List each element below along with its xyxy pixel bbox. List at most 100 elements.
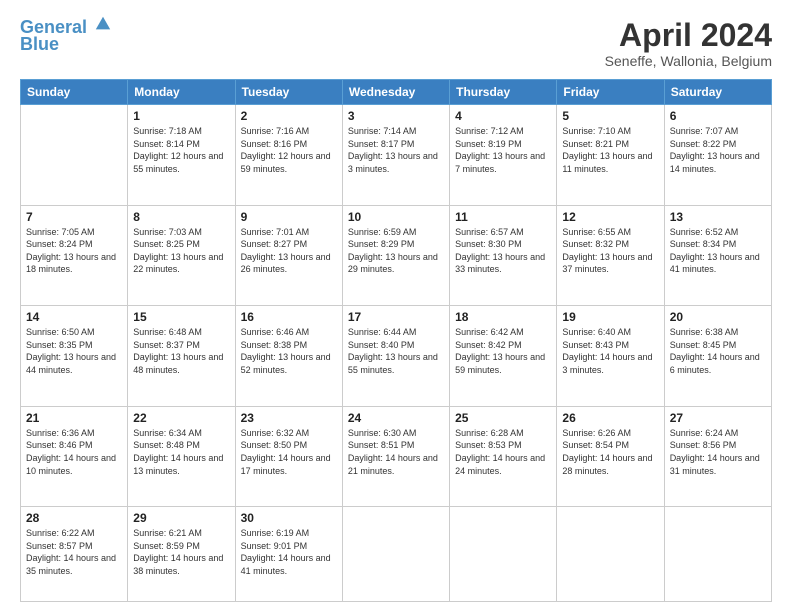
- calendar-cell: 24 Sunrise: 6:30 AMSunset: 8:51 PMDaylig…: [342, 406, 449, 507]
- calendar-cell: 26 Sunrise: 6:26 AMSunset: 8:54 PMDaylig…: [557, 406, 664, 507]
- day-number: 5: [562, 109, 658, 123]
- day-info: Sunrise: 6:21 AMSunset: 8:59 PMDaylight:…: [133, 527, 229, 577]
- calendar-week-row: 7 Sunrise: 7:05 AMSunset: 8:24 PMDayligh…: [21, 205, 772, 306]
- calendar-week-row: 1 Sunrise: 7:18 AMSunset: 8:14 PMDayligh…: [21, 105, 772, 206]
- calendar-cell: 11 Sunrise: 6:57 AMSunset: 8:30 PMDaylig…: [450, 205, 557, 306]
- calendar-cell: 15 Sunrise: 6:48 AMSunset: 8:37 PMDaylig…: [128, 306, 235, 407]
- day-number: 16: [241, 310, 337, 324]
- day-info: Sunrise: 6:24 AMSunset: 8:56 PMDaylight:…: [670, 427, 766, 477]
- day-info: Sunrise: 6:48 AMSunset: 8:37 PMDaylight:…: [133, 326, 229, 376]
- calendar-cell: 25 Sunrise: 6:28 AMSunset: 8:53 PMDaylig…: [450, 406, 557, 507]
- day-info: Sunrise: 6:42 AMSunset: 8:42 PMDaylight:…: [455, 326, 551, 376]
- calendar-cell: [342, 507, 449, 602]
- day-info: Sunrise: 6:28 AMSunset: 8:53 PMDaylight:…: [455, 427, 551, 477]
- day-number: 7: [26, 210, 122, 224]
- day-number: 9: [241, 210, 337, 224]
- day-number: 29: [133, 511, 229, 525]
- calendar-cell: [664, 507, 771, 602]
- calendar-cell: 6 Sunrise: 7:07 AMSunset: 8:22 PMDayligh…: [664, 105, 771, 206]
- calendar-cell: 8 Sunrise: 7:03 AMSunset: 8:25 PMDayligh…: [128, 205, 235, 306]
- day-number: 2: [241, 109, 337, 123]
- day-number: 19: [562, 310, 658, 324]
- day-info: Sunrise: 6:19 AMSunset: 9:01 PMDaylight:…: [241, 527, 337, 577]
- day-info: Sunrise: 6:32 AMSunset: 8:50 PMDaylight:…: [241, 427, 337, 477]
- header-wednesday: Wednesday: [342, 80, 449, 105]
- title-block: April 2024 Seneffe, Wallonia, Belgium: [605, 18, 772, 69]
- day-number: 10: [348, 210, 444, 224]
- day-info: Sunrise: 7:01 AMSunset: 8:27 PMDaylight:…: [241, 226, 337, 276]
- header-sunday: Sunday: [21, 80, 128, 105]
- calendar-cell: 27 Sunrise: 6:24 AMSunset: 8:56 PMDaylig…: [664, 406, 771, 507]
- day-info: Sunrise: 6:40 AMSunset: 8:43 PMDaylight:…: [562, 326, 658, 376]
- day-number: 18: [455, 310, 551, 324]
- calendar-cell: 14 Sunrise: 6:50 AMSunset: 8:35 PMDaylig…: [21, 306, 128, 407]
- day-number: 14: [26, 310, 122, 324]
- calendar-cell: 22 Sunrise: 6:34 AMSunset: 8:48 PMDaylig…: [128, 406, 235, 507]
- day-info: Sunrise: 6:38 AMSunset: 8:45 PMDaylight:…: [670, 326, 766, 376]
- day-info: Sunrise: 7:12 AMSunset: 8:19 PMDaylight:…: [455, 125, 551, 175]
- day-number: 8: [133, 210, 229, 224]
- calendar-cell: 9 Sunrise: 7:01 AMSunset: 8:27 PMDayligh…: [235, 205, 342, 306]
- logo-icon: [94, 15, 112, 33]
- day-info: Sunrise: 6:36 AMSunset: 8:46 PMDaylight:…: [26, 427, 122, 477]
- day-info: Sunrise: 6:50 AMSunset: 8:35 PMDaylight:…: [26, 326, 122, 376]
- calendar-cell: 20 Sunrise: 6:38 AMSunset: 8:45 PMDaylig…: [664, 306, 771, 407]
- calendar-week-row: 14 Sunrise: 6:50 AMSunset: 8:35 PMDaylig…: [21, 306, 772, 407]
- day-info: Sunrise: 7:07 AMSunset: 8:22 PMDaylight:…: [670, 125, 766, 175]
- calendar-cell: 19 Sunrise: 6:40 AMSunset: 8:43 PMDaylig…: [557, 306, 664, 407]
- calendar-week-row: 28 Sunrise: 6:22 AMSunset: 8:57 PMDaylig…: [21, 507, 772, 602]
- day-number: 26: [562, 411, 658, 425]
- day-info: Sunrise: 6:22 AMSunset: 8:57 PMDaylight:…: [26, 527, 122, 577]
- calendar-cell: 30 Sunrise: 6:19 AMSunset: 9:01 PMDaylig…: [235, 507, 342, 602]
- page: General Blue April 2024 Seneffe, Walloni…: [0, 0, 792, 612]
- day-info: Sunrise: 6:34 AMSunset: 8:48 PMDaylight:…: [133, 427, 229, 477]
- day-info: Sunrise: 7:05 AMSunset: 8:24 PMDaylight:…: [26, 226, 122, 276]
- header-saturday: Saturday: [664, 80, 771, 105]
- day-info: Sunrise: 7:18 AMSunset: 8:14 PMDaylight:…: [133, 125, 229, 175]
- day-number: 27: [670, 411, 766, 425]
- day-number: 30: [241, 511, 337, 525]
- calendar-cell: 2 Sunrise: 7:16 AMSunset: 8:16 PMDayligh…: [235, 105, 342, 206]
- calendar-cell: [557, 507, 664, 602]
- day-number: 21: [26, 411, 122, 425]
- calendar-cell: 7 Sunrise: 7:05 AMSunset: 8:24 PMDayligh…: [21, 205, 128, 306]
- day-number: 4: [455, 109, 551, 123]
- day-number: 28: [26, 511, 122, 525]
- header-monday: Monday: [128, 80, 235, 105]
- calendar-cell: 23 Sunrise: 6:32 AMSunset: 8:50 PMDaylig…: [235, 406, 342, 507]
- day-number: 1: [133, 109, 229, 123]
- logo: General Blue: [20, 18, 112, 55]
- day-number: 6: [670, 109, 766, 123]
- header-friday: Friday: [557, 80, 664, 105]
- calendar-cell: 1 Sunrise: 7:18 AMSunset: 8:14 PMDayligh…: [128, 105, 235, 206]
- calendar-cell: 10 Sunrise: 6:59 AMSunset: 8:29 PMDaylig…: [342, 205, 449, 306]
- calendar-table: Sunday Monday Tuesday Wednesday Thursday…: [20, 79, 772, 602]
- header-tuesday: Tuesday: [235, 80, 342, 105]
- day-info: Sunrise: 7:14 AMSunset: 8:17 PMDaylight:…: [348, 125, 444, 175]
- calendar-week-row: 21 Sunrise: 6:36 AMSunset: 8:46 PMDaylig…: [21, 406, 772, 507]
- day-info: Sunrise: 6:44 AMSunset: 8:40 PMDaylight:…: [348, 326, 444, 376]
- calendar-cell: 28 Sunrise: 6:22 AMSunset: 8:57 PMDaylig…: [21, 507, 128, 602]
- day-info: Sunrise: 6:30 AMSunset: 8:51 PMDaylight:…: [348, 427, 444, 477]
- calendar-cell: 29 Sunrise: 6:21 AMSunset: 8:59 PMDaylig…: [128, 507, 235, 602]
- day-number: 23: [241, 411, 337, 425]
- calendar-cell: 4 Sunrise: 7:12 AMSunset: 8:19 PMDayligh…: [450, 105, 557, 206]
- weekday-header-row: Sunday Monday Tuesday Wednesday Thursday…: [21, 80, 772, 105]
- day-number: 3: [348, 109, 444, 123]
- calendar-cell: 17 Sunrise: 6:44 AMSunset: 8:40 PMDaylig…: [342, 306, 449, 407]
- day-info: Sunrise: 6:59 AMSunset: 8:29 PMDaylight:…: [348, 226, 444, 276]
- day-info: Sunrise: 6:55 AMSunset: 8:32 PMDaylight:…: [562, 226, 658, 276]
- header-thursday: Thursday: [450, 80, 557, 105]
- calendar-cell: 5 Sunrise: 7:10 AMSunset: 8:21 PMDayligh…: [557, 105, 664, 206]
- calendar-cell: 18 Sunrise: 6:42 AMSunset: 8:42 PMDaylig…: [450, 306, 557, 407]
- calendar-cell: 13 Sunrise: 6:52 AMSunset: 8:34 PMDaylig…: [664, 205, 771, 306]
- calendar-cell: [21, 105, 128, 206]
- subtitle: Seneffe, Wallonia, Belgium: [605, 53, 772, 69]
- day-info: Sunrise: 6:52 AMSunset: 8:34 PMDaylight:…: [670, 226, 766, 276]
- day-info: Sunrise: 7:03 AMSunset: 8:25 PMDaylight:…: [133, 226, 229, 276]
- day-number: 13: [670, 210, 766, 224]
- day-number: 25: [455, 411, 551, 425]
- calendar-cell: 3 Sunrise: 7:14 AMSunset: 8:17 PMDayligh…: [342, 105, 449, 206]
- month-title: April 2024: [605, 18, 772, 53]
- day-info: Sunrise: 6:57 AMSunset: 8:30 PMDaylight:…: [455, 226, 551, 276]
